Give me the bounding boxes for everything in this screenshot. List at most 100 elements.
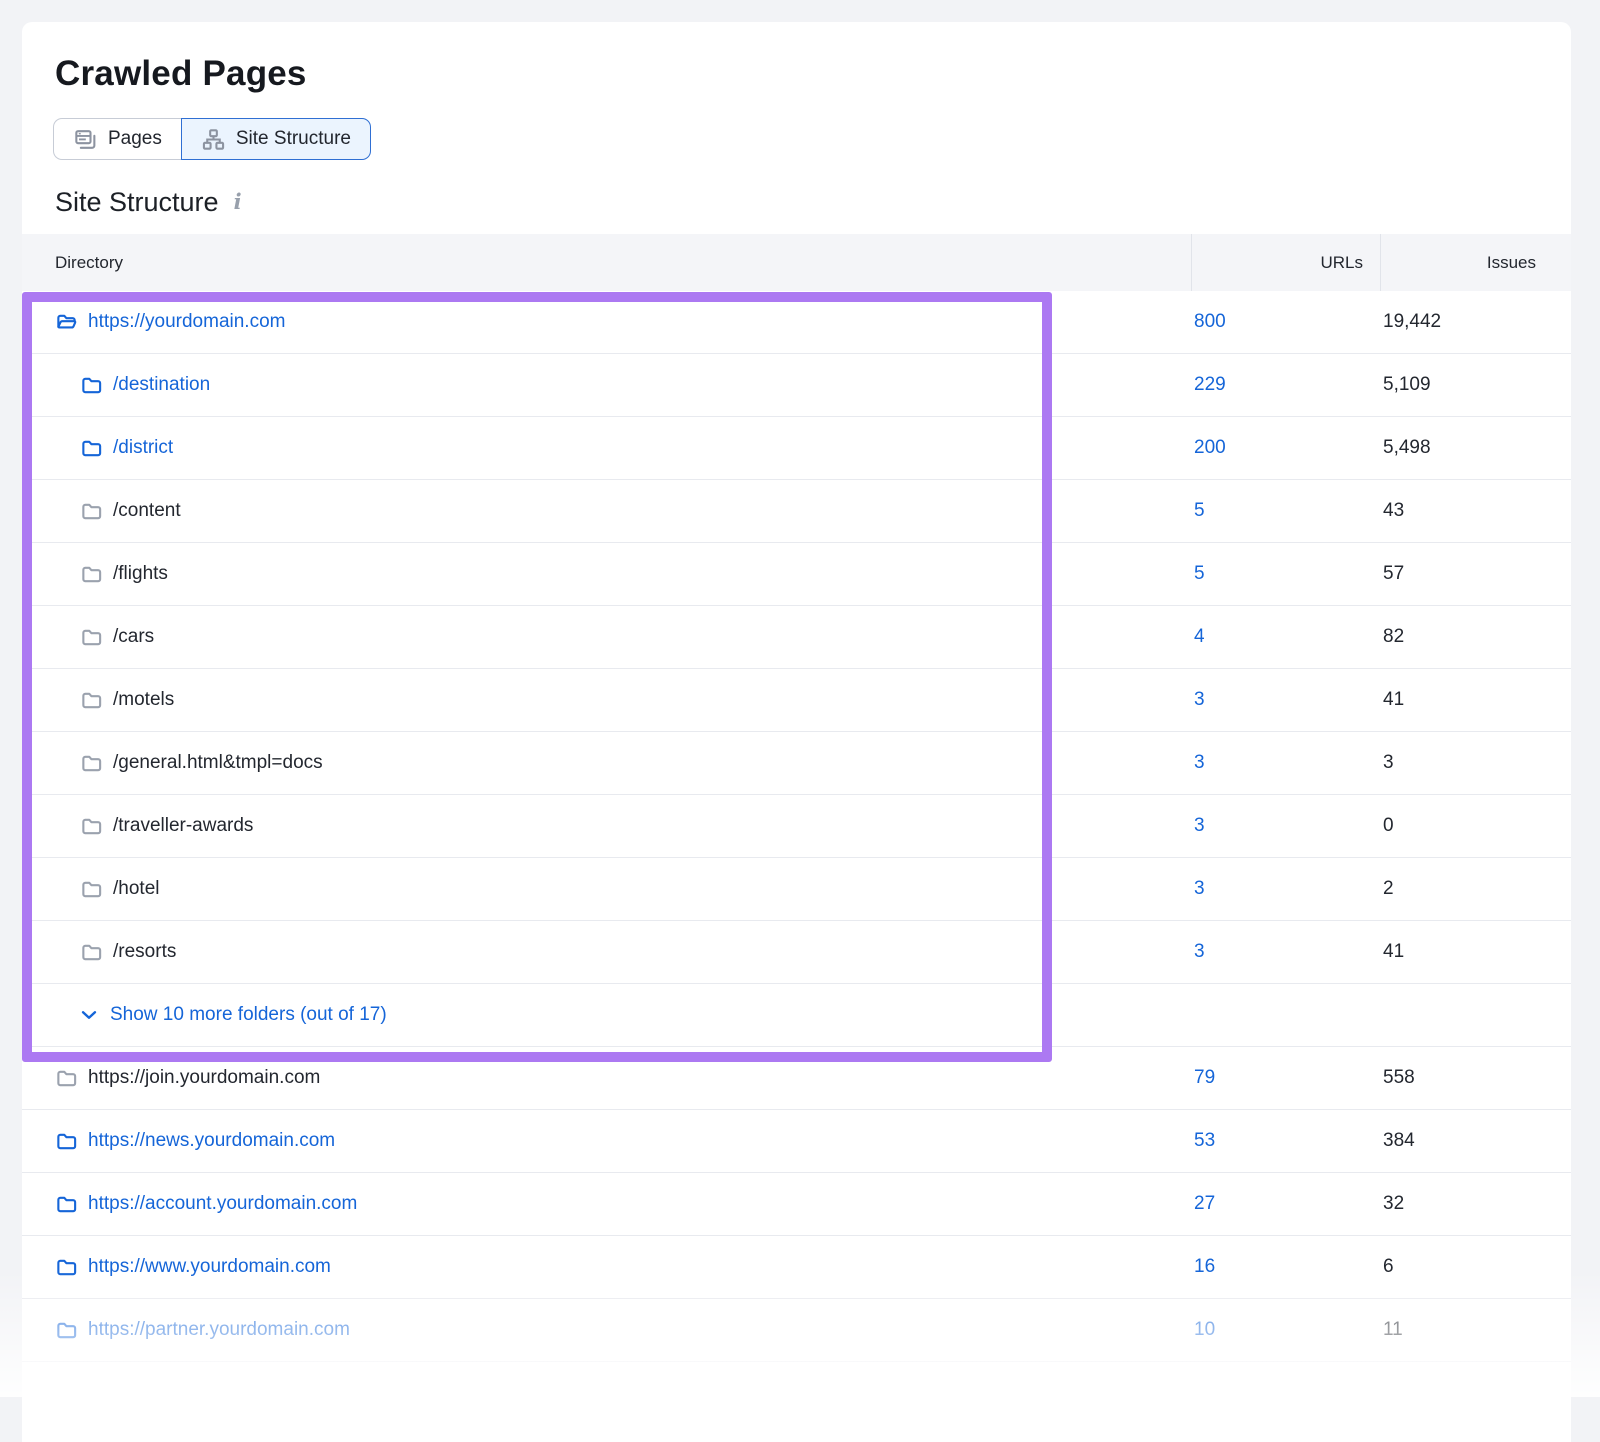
- urls-count-link[interactable]: 3: [1194, 689, 1205, 710]
- pages-icon: [73, 127, 98, 152]
- show-more-folders[interactable]: Show 10 more folders (out of 17): [22, 984, 1571, 1047]
- urls-count-link[interactable]: 79: [1194, 1067, 1215, 1088]
- table-row: https://join.yourdomain.com 79 558: [22, 1047, 1571, 1110]
- issues-count: 41: [1383, 941, 1404, 962]
- urls-count-link[interactable]: 10: [1194, 1319, 1215, 1340]
- chevron-down-icon: [78, 1004, 100, 1026]
- table-row: /district 200 5,498: [22, 417, 1571, 480]
- urls-count-link[interactable]: 200: [1194, 437, 1226, 458]
- table-row: https://partner.yourdomain.com 10 11: [22, 1299, 1571, 1362]
- table-row: /general.html&tmpl=docs 3 3: [22, 732, 1571, 795]
- tab-site-structure[interactable]: Site Structure: [181, 118, 371, 160]
- issues-count: 0: [1383, 815, 1394, 836]
- folder-icon: [55, 1067, 78, 1090]
- folder-icon: [80, 500, 103, 523]
- table-row: /hotel 3 2: [22, 858, 1571, 921]
- issues-count: 19,442: [1383, 311, 1441, 332]
- table-row: /resorts 3 41: [22, 921, 1571, 984]
- tab-pages-label: Pages: [108, 128, 162, 150]
- column-header-issues[interactable]: Issues: [1380, 234, 1571, 291]
- directory-link[interactable]: https://www.yourdomain.com: [88, 1256, 331, 1278]
- info-icon[interactable]: i: [234, 189, 242, 216]
- issues-count: 3: [1383, 752, 1394, 773]
- section-heading: Site Structure i: [55, 187, 1571, 218]
- directory-link[interactable]: https://yourdomain.com: [88, 311, 285, 333]
- folder-icon: [55, 1130, 78, 1153]
- folder-icon: [80, 563, 103, 586]
- issues-count: 43: [1383, 500, 1404, 521]
- folder-open-icon: [55, 311, 78, 334]
- urls-count-link[interactable]: 5: [1194, 500, 1205, 521]
- table-row: https://news.yourdomain.com 53 384: [22, 1110, 1571, 1173]
- directory-label: /content: [113, 500, 181, 522]
- table-row: /cars 4 82: [22, 606, 1571, 669]
- directory-label: /resorts: [113, 941, 176, 963]
- table-header-row: Directory URLs Issues: [22, 234, 1571, 291]
- folder-icon: [55, 1193, 78, 1216]
- folder-icon: [80, 941, 103, 964]
- folder-icon: [55, 1319, 78, 1342]
- urls-count-link[interactable]: 5: [1194, 563, 1205, 584]
- folder-icon: [80, 374, 103, 397]
- issues-count: 5,109: [1383, 374, 1431, 395]
- directory-label: /general.html&tmpl=docs: [113, 752, 323, 774]
- table-row: /destination 229 5,109: [22, 354, 1571, 417]
- directory-label: /flights: [113, 563, 168, 585]
- table-row: https://account.yourdomain.com 27 32: [22, 1173, 1571, 1236]
- issues-count: 82: [1383, 626, 1404, 647]
- directory-label: /traveller-awards: [113, 815, 253, 837]
- directory-label: /motels: [113, 689, 174, 711]
- tab-pages[interactable]: Pages: [53, 118, 181, 160]
- issues-count: 32: [1383, 1193, 1404, 1214]
- issues-count: 41: [1383, 689, 1404, 710]
- site-structure-icon: [201, 127, 226, 152]
- urls-count-link[interactable]: 27: [1194, 1193, 1215, 1214]
- issues-count: 558: [1383, 1067, 1415, 1088]
- folder-icon: [80, 626, 103, 649]
- site-structure-table: Directory URLs Issues https://yourdomain…: [22, 234, 1571, 1362]
- crawled-pages-card: Crawled Pages Pages Site Structure Site …: [22, 22, 1571, 1442]
- page-title: Crawled Pages: [55, 54, 1571, 94]
- tab-site-structure-label: Site Structure: [236, 128, 351, 150]
- table-row: https://www.yourdomain.com 16 6: [22, 1236, 1571, 1299]
- show-more-label[interactable]: Show 10 more folders (out of 17): [110, 1004, 387, 1026]
- folder-icon: [80, 878, 103, 901]
- issues-count: 57: [1383, 563, 1404, 584]
- urls-count-link[interactable]: 53: [1194, 1130, 1215, 1151]
- urls-count-link[interactable]: 3: [1194, 815, 1205, 836]
- directory-label: https://join.yourdomain.com: [88, 1067, 320, 1089]
- issues-count: 5,498: [1383, 437, 1431, 458]
- folder-icon: [80, 752, 103, 775]
- issues-count: 6: [1383, 1256, 1394, 1277]
- urls-count-link[interactable]: 4: [1194, 626, 1205, 647]
- table-row: /flights 5 57: [22, 543, 1571, 606]
- folder-icon: [80, 689, 103, 712]
- directory-link[interactable]: /destination: [113, 374, 210, 396]
- table-row: /content 5 43: [22, 480, 1571, 543]
- urls-count-link[interactable]: 800: [1194, 311, 1226, 332]
- directory-link[interactable]: https://partner.yourdomain.com: [88, 1319, 350, 1341]
- issues-count: 2: [1383, 878, 1394, 899]
- urls-count-link[interactable]: 229: [1194, 374, 1226, 395]
- directory-link[interactable]: https://account.yourdomain.com: [88, 1193, 357, 1215]
- directory-label: /cars: [113, 626, 154, 648]
- column-header-urls[interactable]: URLs: [1191, 234, 1380, 291]
- section-heading-label: Site Structure: [55, 187, 219, 218]
- table-row: https://yourdomain.com 800 19,442: [22, 291, 1571, 354]
- table-row: /motels 3 41: [22, 669, 1571, 732]
- urls-count-link[interactable]: 16: [1194, 1256, 1215, 1277]
- issues-count: 384: [1383, 1130, 1415, 1151]
- folder-icon: [55, 1256, 78, 1279]
- urls-count-link[interactable]: 3: [1194, 941, 1205, 962]
- urls-count-link[interactable]: 3: [1194, 752, 1205, 773]
- directory-link[interactable]: /district: [113, 437, 173, 459]
- directory-link[interactable]: https://news.yourdomain.com: [88, 1130, 335, 1152]
- urls-count-link[interactable]: 3: [1194, 878, 1205, 899]
- issues-count: 11: [1383, 1319, 1403, 1340]
- directory-label: /hotel: [113, 878, 159, 900]
- view-toggle: Pages Site Structure: [53, 118, 371, 160]
- folder-icon: [80, 437, 103, 460]
- column-header-directory[interactable]: Directory: [22, 253, 1191, 273]
- folder-icon: [80, 815, 103, 838]
- table-row: /traveller-awards 3 0: [22, 795, 1571, 858]
